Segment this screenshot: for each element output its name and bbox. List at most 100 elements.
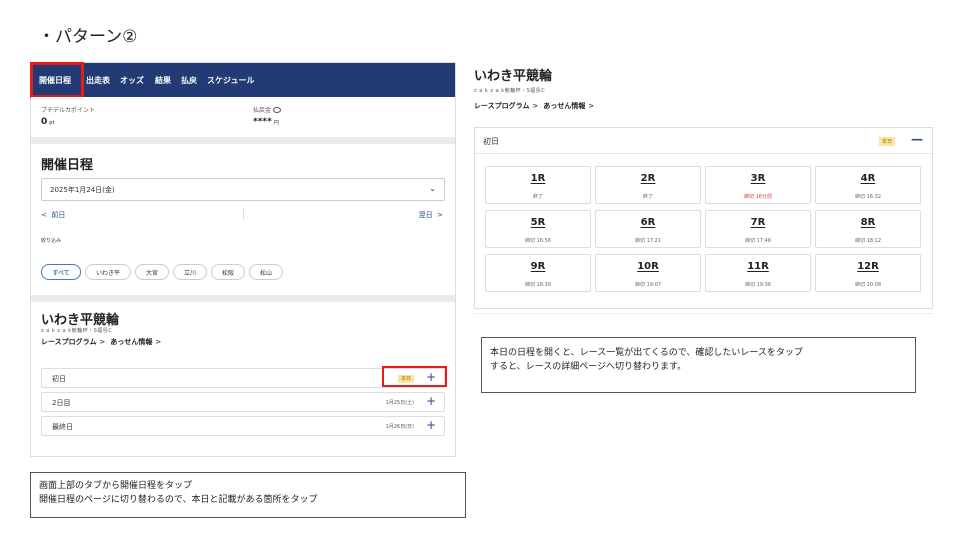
venue-subtitle: z a k z a k競輪杯・S福島C bbox=[41, 328, 113, 334]
instruction-note-left: 画面上部のタブから開催日程をタップ 開催日程のページに切り替わるので、本日と記載… bbox=[30, 472, 466, 518]
tab-results[interactable]: 結果 bbox=[155, 75, 171, 86]
venue-card: いわき平競輪 z a k z a k競輪杯・S福島C レースプログラム > あっせん… bbox=[31, 302, 455, 456]
race-number: 9R bbox=[530, 261, 546, 272]
race-number: 3R bbox=[750, 173, 766, 184]
race-status: 締切 17:21 bbox=[635, 238, 661, 244]
race-number: 6R bbox=[640, 217, 656, 228]
race-cell-12[interactable]: 12R 締切 20:08 bbox=[815, 254, 921, 292]
tab-payout[interactable]: 払戻 bbox=[181, 75, 197, 86]
right-venue-name: いわき平競輪 bbox=[474, 69, 553, 84]
highlight-box-today bbox=[382, 366, 447, 387]
race-status: 締切 16:56 bbox=[525, 238, 551, 244]
highlight-box-tab bbox=[30, 62, 84, 98]
race-cell-5[interactable]: 5R 締切 16:56 bbox=[485, 210, 591, 248]
race-number: 1R bbox=[530, 173, 546, 184]
filter-chip-matsusaka[interactable]: 松阪 bbox=[211, 264, 245, 280]
note-left-line1: 画面上部のタブから開催日程をタップ bbox=[39, 481, 193, 491]
tab-entries[interactable]: 出走表 bbox=[86, 75, 110, 86]
race-program-link[interactable]: レースプログラム bbox=[41, 338, 96, 346]
day-row-3[interactable]: 最終日 1月26日(日) + bbox=[41, 416, 445, 436]
minus-icon[interactable]: — bbox=[911, 132, 923, 146]
right-venue-subtitle: z a k z a k競輪杯・S福島C bbox=[474, 88, 546, 94]
race-number: 8R bbox=[860, 217, 876, 228]
mediation-info-link[interactable]: あっせん情報 bbox=[110, 338, 152, 346]
chevron-right-icon: > bbox=[588, 102, 595, 110]
day-row-2[interactable]: 2日目 1月25日(土) + bbox=[41, 392, 445, 412]
race-cell-2[interactable]: 2R 終了 bbox=[595, 166, 701, 204]
race-status: 締切 20:08 bbox=[855, 282, 881, 288]
next-day-link[interactable]: 翌日 > bbox=[419, 210, 443, 220]
race-status: 締切 18:12 bbox=[855, 238, 881, 244]
day-row-label: 最終日 bbox=[52, 423, 73, 431]
race-cell-8[interactable]: 8R 締切 18:12 bbox=[815, 210, 921, 248]
date-select-value: 2025年1月24日(金) bbox=[50, 186, 115, 194]
race-number: 4R bbox=[860, 173, 876, 184]
plus-icon[interactable]: + bbox=[426, 394, 436, 408]
filter-chip-all[interactable]: すべて bbox=[41, 264, 81, 280]
day1-header[interactable]: 初日 本日 — bbox=[475, 128, 932, 154]
note-right-line1: 本日の日程を開くと、レース一覧が出てくるので、確認したいレースをタップ bbox=[490, 348, 803, 358]
day1-expanded-panel: 初日 本日 — 1R 終了 2R 終了 3R 締切 16分前 4R 締切 16:32 5… bbox=[474, 127, 933, 309]
race-cell-11[interactable]: 11R 締切 19:36 bbox=[705, 254, 811, 292]
note-right-line2: すると、レースの詳細ページへ切り替わります。 bbox=[490, 362, 687, 372]
refund-label: 払戻金 bbox=[253, 105, 282, 114]
race-cell-6[interactable]: 6R 締切 17:21 bbox=[595, 210, 701, 248]
race-status: 終了 bbox=[642, 194, 653, 200]
race-cell-1[interactable]: 1R 終了 bbox=[485, 166, 591, 204]
day-row-date: 1月26日(日) bbox=[385, 424, 414, 430]
schedule-title: 開催日程 bbox=[41, 158, 94, 173]
race-cell-9[interactable]: 9R 締切 18:39 bbox=[485, 254, 591, 292]
race-number: 12R bbox=[857, 261, 879, 272]
race-status: 締切 16:32 bbox=[855, 194, 881, 200]
race-cell-4[interactable]: 4R 締切 16:32 bbox=[815, 166, 921, 204]
day1-label: 初日 bbox=[483, 137, 499, 146]
filter-chip-omiya[interactable]: 大宮 bbox=[135, 264, 169, 280]
race-status: 終了 bbox=[532, 194, 543, 200]
page-heading: ・パターン② bbox=[38, 27, 138, 47]
race-cell-10[interactable]: 10R 締切 19:07 bbox=[595, 254, 701, 292]
date-select[interactable]: 2025年1月24日(金) ⌄ bbox=[41, 178, 445, 201]
race-cell-7[interactable]: 7R 締切 17:46 bbox=[705, 210, 811, 248]
today-badge: 本日 bbox=[879, 137, 896, 146]
filter-chip-matsuyama[interactable]: 松山 bbox=[249, 264, 283, 280]
race-number: 10R bbox=[637, 261, 659, 272]
race-number: 2R bbox=[640, 173, 656, 184]
prev-day-link[interactable]: < 前日 bbox=[41, 210, 65, 220]
day-row-label: 2日目 bbox=[52, 399, 71, 407]
mediation-info-link[interactable]: あっせん情報 bbox=[543, 102, 585, 110]
day-row-label: 初日 bbox=[52, 375, 66, 383]
race-status: 締切 18:39 bbox=[525, 282, 551, 288]
right-venue-links: レースプログラム > あっせん情報 > bbox=[474, 101, 599, 111]
race-program-link[interactable]: レースプログラム bbox=[474, 102, 529, 110]
race-cell-3[interactable]: 3R 締切 16分前 bbox=[705, 166, 811, 204]
top-tab-bar: 開催日程 出走表 オッズ 結果 払戻 スケジュール bbox=[30, 62, 455, 98]
points-label: プチデルカポイント bbox=[41, 107, 95, 114]
chevron-right-icon: > bbox=[532, 102, 539, 110]
day-row-date: 1月25日(土) bbox=[385, 400, 414, 406]
race-number: 5R bbox=[530, 217, 546, 228]
venue-name: いわき平競輪 bbox=[41, 313, 120, 328]
chevron-right-icon: > bbox=[99, 338, 106, 346]
instruction-note-right: 本日の日程を開くと、レース一覧が出てくるので、確認したいレースをタップ すると、… bbox=[481, 337, 916, 393]
venue-links: レースプログラム > あっせん情報 > bbox=[41, 337, 166, 347]
filter-label: 絞り込み bbox=[41, 238, 62, 244]
points-card: プチデルカポイント 0 pt 払戻金 **** 円 bbox=[31, 97, 455, 137]
chevron-right-icon: > bbox=[155, 338, 162, 346]
points-value: 0 pt bbox=[41, 117, 55, 127]
filter-chip-iwakitaira[interactable]: いわき平 bbox=[85, 264, 131, 280]
nav-divider bbox=[243, 208, 244, 220]
schedule-card: 開催日程 2025年1月24日(金) ⌄ < 前日 翌日 > 絞り込み すべて … bbox=[31, 144, 455, 295]
left-phone-screen: 開催日程 出走表 オッズ 結果 払戻 スケジュール プチデルカポイント 0 pt … bbox=[30, 62, 456, 457]
filter-chip-tachikawa[interactable]: 立川 bbox=[173, 264, 207, 280]
tab-odds[interactable]: オッズ bbox=[120, 75, 144, 86]
tab-schedule-list[interactable]: スケジュール bbox=[207, 75, 254, 86]
race-status: 締切 17:46 bbox=[745, 238, 771, 244]
divider bbox=[474, 313, 933, 314]
race-status: 締切 19:07 bbox=[635, 282, 661, 288]
race-number: 7R bbox=[750, 217, 766, 228]
race-number: 11R bbox=[747, 261, 769, 272]
refund-value: **** 円 bbox=[253, 117, 279, 127]
race-status: 締切 19:36 bbox=[745, 282, 771, 288]
plus-icon[interactable]: + bbox=[426, 418, 436, 432]
eye-icon[interactable] bbox=[273, 107, 282, 113]
